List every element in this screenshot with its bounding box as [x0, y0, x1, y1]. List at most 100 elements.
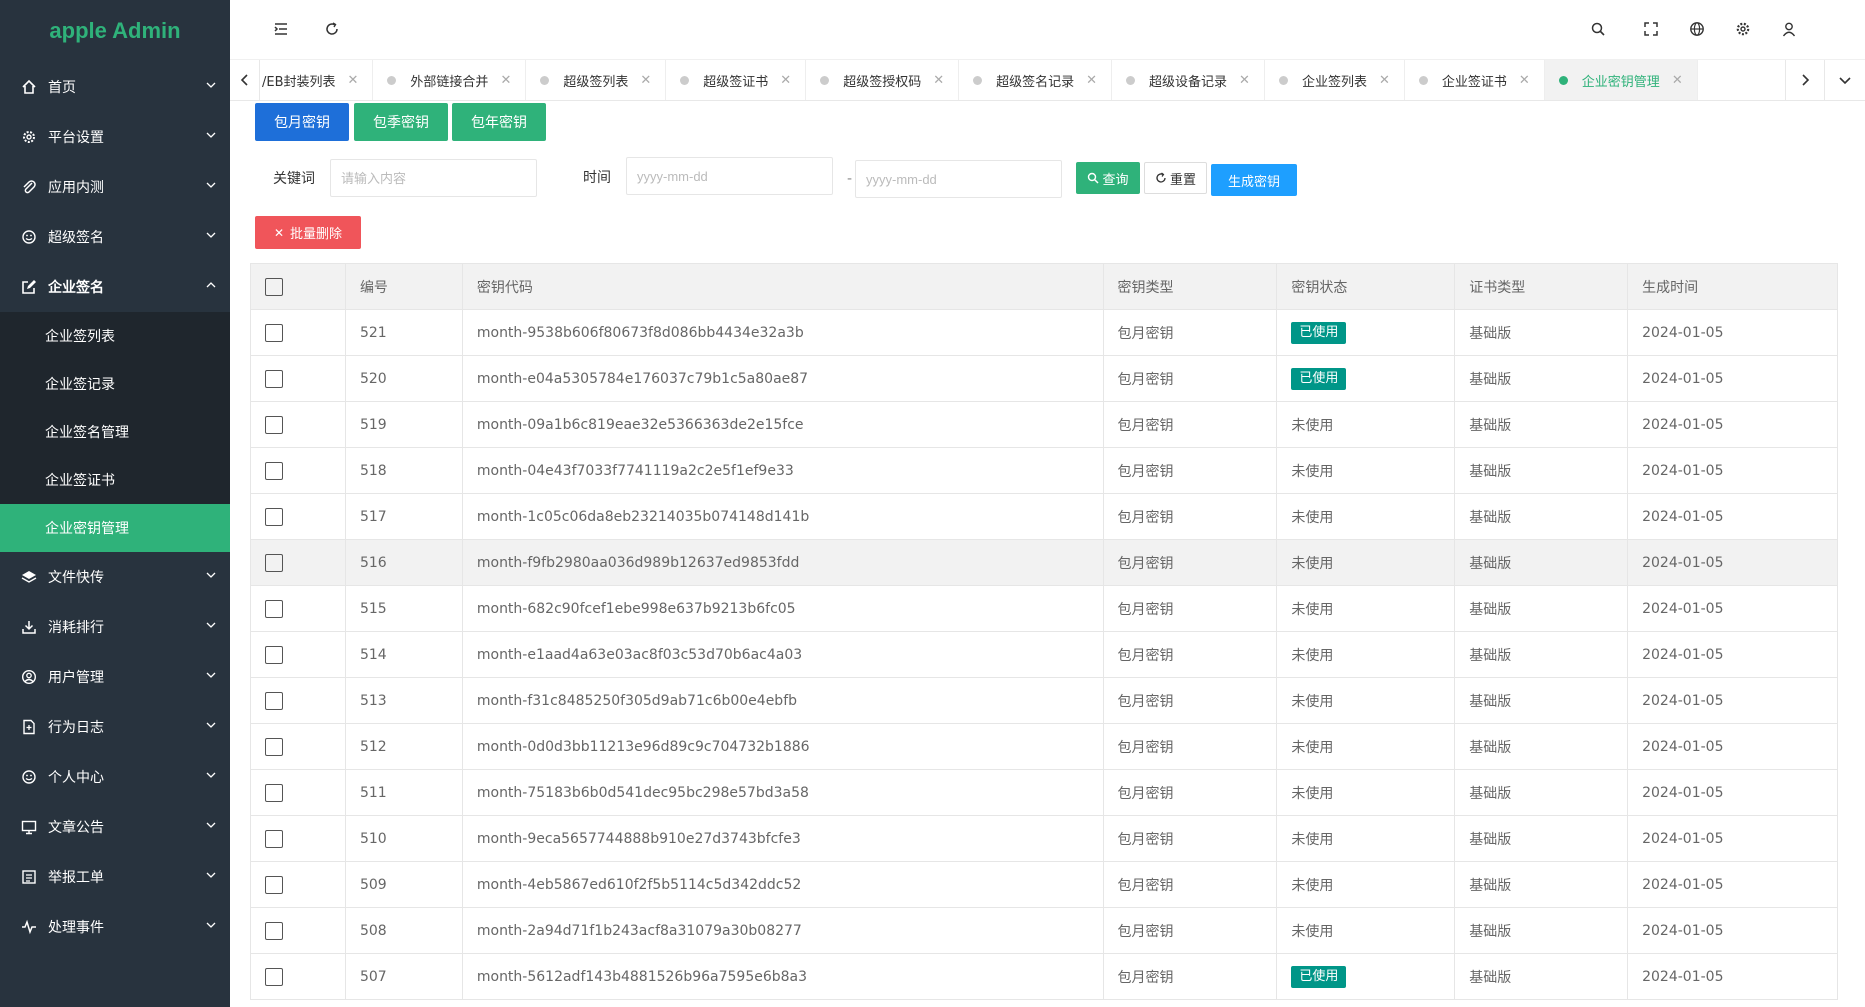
sidebar-item-report-tickets[interactable]: 举报工单	[0, 852, 230, 902]
end-date-input[interactable]	[855, 160, 1062, 198]
sidebar-item-enterprise-sign[interactable]: 企业签名	[0, 262, 230, 312]
close-icon[interactable]: ✕	[348, 73, 359, 88]
tab-external-link-merge[interactable]: 外部链接合并 ✕	[373, 60, 527, 100]
home-icon	[20, 78, 38, 96]
yearly-key-button[interactable]: 包年密钥	[452, 103, 546, 141]
table-row[interactable]: 520 month-e04a5305784e176037c79b1c5a80ae8…	[250, 355, 1838, 402]
sidebar-item-super-sign[interactable]: 超级签名	[0, 212, 230, 262]
sidebar-item-user-manage[interactable]: 用户管理	[0, 652, 230, 702]
sidebar-item-file-transfer[interactable]: 文件快传	[0, 552, 230, 602]
table-row[interactable]: 518 month-04e43f7033f7741119a2c2e5f1ef9e3…	[250, 447, 1838, 494]
monthly-key-button[interactable]: 包月密钥	[255, 103, 349, 141]
table-row[interactable]: 511 month-75183b6b0d541dec95bc298e57bd3a5…	[250, 769, 1838, 816]
close-icon[interactable]: ✕	[1239, 73, 1250, 88]
close-icon[interactable]: ✕	[1086, 73, 1097, 88]
reset-button[interactable]: 重置	[1144, 162, 1207, 194]
sidebar-item-behavior-log[interactable]: 行为日志	[0, 702, 230, 752]
sidebar-item-app-beta[interactable]: 应用内测	[0, 162, 230, 212]
table-row[interactable]: 513 month-f31c8485250f305d9ab71c6b00e4ebf…	[250, 677, 1838, 724]
sidebar-item-platform-settings[interactable]: 平台设置	[0, 112, 230, 162]
row-checkbox[interactable]	[265, 737, 283, 756]
row-checkbox[interactable]	[265, 507, 283, 526]
tab-super-sign-records[interactable]: 超级签名记录 ✕	[959, 60, 1113, 100]
close-icon[interactable]: ✕	[500, 73, 511, 88]
submenu-item-enterprise-keys[interactable]: 企业密钥管理	[0, 504, 230, 552]
refresh-icon[interactable]	[321, 18, 343, 40]
tab-super-device-records[interactable]: 超级设备记录 ✕	[1112, 60, 1265, 100]
row-checkbox[interactable]	[265, 369, 283, 388]
date-separator: -	[847, 171, 853, 187]
table-row[interactable]: 510 month-9eca5657744888b910e27d3743bfcfe…	[250, 815, 1838, 862]
cell-cert: 基础版	[1454, 355, 1629, 402]
table-row[interactable]: 517 month-1c05c06da8eb23214035b074148d141…	[250, 493, 1838, 540]
table-row[interactable]: 512 month-0d0d3bb11213e96d89c9c704732b188…	[250, 723, 1838, 770]
submenu-item-enterprise-records[interactable]: 企业签记录	[0, 360, 230, 408]
select-all-checkbox[interactable]	[265, 277, 283, 296]
row-checkbox[interactable]	[265, 415, 283, 434]
row-checkbox[interactable]	[265, 461, 283, 480]
tab-web-wrap-list[interactable]: /EB封装列表 ✕	[260, 60, 374, 100]
tab-dot	[540, 75, 550, 85]
submenu-item-enterprise-list[interactable]: 企业签列表	[0, 312, 230, 360]
generate-key-button[interactable]: 生成密钥	[1211, 164, 1297, 196]
tab-dot	[1418, 75, 1428, 85]
table-row[interactable]: 519 month-09a1b6c819eae32e5366363de2e15fc…	[250, 401, 1838, 448]
row-checkbox[interactable]	[265, 599, 283, 618]
table-row[interactable]: 516 month-f9fb2980aa036d989b12637ed9853fd…	[250, 539, 1838, 586]
table-row[interactable]: 514 month-e1aad4a63e03ac8f03c53d70b6ac4a0…	[250, 631, 1838, 678]
start-date-input[interactable]	[626, 157, 833, 195]
submenu-item-enterprise-cert[interactable]: 企业签证书	[0, 456, 230, 504]
tab-enterprise-keys[interactable]: 企业密钥管理 ✕	[1544, 60, 1698, 100]
menu-collapse-icon[interactable]	[270, 18, 292, 40]
tab-enterprise-list[interactable]: 企业签列表 ✕	[1265, 60, 1405, 100]
tabs-scroll-right-icon[interactable]	[1785, 60, 1825, 100]
table-row[interactable]: 515 month-682c90fcef1ebe998e637b9213b6fc0…	[250, 585, 1838, 632]
batch-delete-button[interactable]: ✕ 批量删除	[255, 216, 361, 249]
search-button[interactable]: 查询	[1076, 162, 1140, 194]
close-icon[interactable]: ✕	[933, 73, 944, 88]
row-checkbox[interactable]	[265, 323, 283, 342]
tab-enterprise-cert[interactable]: 企业签证书 ✕	[1405, 60, 1545, 100]
row-checkbox[interactable]	[265, 921, 283, 940]
close-icon[interactable]: ✕	[780, 73, 791, 88]
row-checkbox[interactable]	[265, 553, 283, 572]
row-checkbox[interactable]	[265, 645, 283, 664]
cell-code: month-0d0d3bb11213e96d89c9c704732b1886	[461, 723, 1104, 770]
sidebar-item-consumption-rank[interactable]: 消耗排行	[0, 602, 230, 652]
search-icon[interactable]	[1587, 18, 1609, 40]
row-checkbox[interactable]	[265, 829, 283, 848]
row-checkbox[interactable]	[265, 691, 283, 710]
table-row[interactable]: 508 month-2a94d71f1b243acf8a31079a30b0827…	[250, 907, 1838, 954]
keyword-input[interactable]	[330, 159, 537, 197]
sidebar-item-announcements[interactable]: 文章公告	[0, 802, 230, 852]
close-icon[interactable]: ✕	[1379, 73, 1390, 88]
cell-id: 510	[344, 815, 463, 862]
cell-type: 包月密钥	[1102, 953, 1278, 1000]
sidebar-item-home[interactable]: 首页	[0, 62, 230, 112]
submenu-item-enterprise-manage[interactable]: 企业签名管理	[0, 408, 230, 456]
tabs-dropdown-icon[interactable]	[1825, 60, 1865, 100]
globe-icon[interactable]	[1686, 18, 1708, 40]
table-row[interactable]: 521 month-9538b606f80673f8d086bb4434e32a3…	[250, 309, 1838, 356]
tab-super-sign-list[interactable]: 超级签列表 ✕	[526, 60, 667, 100]
row-checkbox[interactable]	[265, 967, 283, 986]
table-row[interactable]: 509 month-4eb5867ed610f2f5b5114c5d342ddc5…	[250, 861, 1838, 908]
close-icon[interactable]: ✕	[1519, 73, 1530, 88]
row-checkbox[interactable]	[265, 783, 283, 802]
sidebar-item-handle-events[interactable]: 处理事件	[0, 902, 230, 952]
tabs-scroll-left-icon[interactable]	[230, 60, 260, 100]
tab-super-sign-cert[interactable]: 超级签证书 ✕	[666, 60, 807, 100]
row-select-cell	[250, 907, 346, 954]
fullscreen-icon[interactable]	[1640, 18, 1662, 40]
close-icon[interactable]: ✕	[640, 73, 651, 88]
table-row[interactable]: 507 month-5612adf143b4881526b96a7595e6b8a…	[250, 953, 1838, 1000]
tab-super-sign-auth-code[interactable]: 超级签授权码 ✕	[806, 60, 960, 100]
row-checkbox[interactable]	[265, 875, 283, 894]
user-icon[interactable]	[1778, 18, 1800, 40]
cell-date: 2024-01-05	[1627, 401, 1838, 448]
quarterly-key-button[interactable]: 包季密钥	[354, 103, 448, 141]
settings-icon[interactable]	[1732, 18, 1754, 40]
close-icon[interactable]: ✕	[1672, 73, 1683, 88]
cell-type: 包月密钥	[1102, 539, 1278, 586]
sidebar-item-personal-center[interactable]: 个人中心	[0, 752, 230, 802]
